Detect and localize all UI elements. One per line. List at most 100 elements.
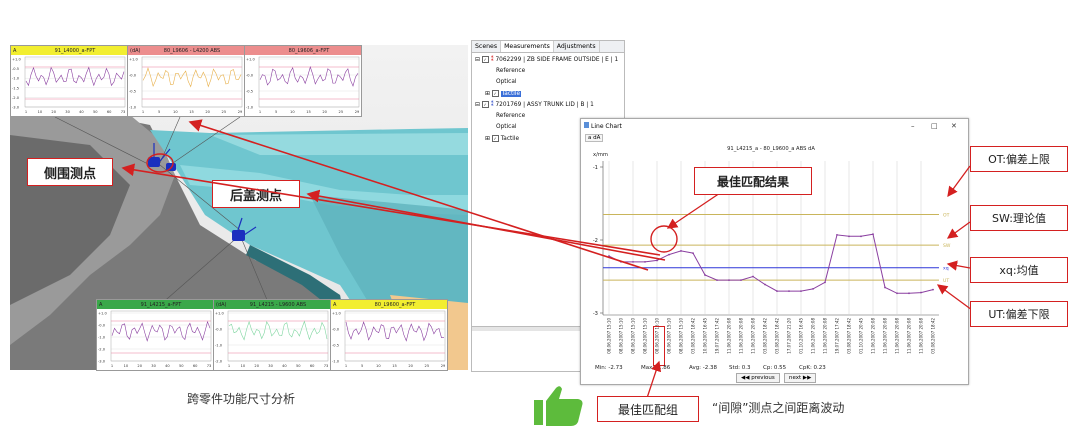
mini-chart-header: A 91_L4000_a-FPT: [11, 46, 127, 55]
next-button[interactable]: next ▶▶: [784, 373, 817, 383]
mini-chart-title: 80_L9606_a-FPT: [288, 47, 330, 54]
mini-x-tick: 20: [322, 110, 327, 114]
x-tick-label: 08.06.2007 15:10: [643, 318, 648, 354]
mini-x-tick: 60: [107, 110, 112, 114]
mini-y-tick: +1.0: [246, 58, 255, 62]
mini-chart-line: [111, 320, 211, 342]
mini-chart[interactable]: (dA) 91_L4215 - L9600 ABS +1.0 -0.0 -1.0 -2.0…: [213, 299, 331, 371]
mini-y-tick: -2.0: [12, 96, 20, 100]
mini-x-tick: 29: [355, 110, 360, 114]
mini-chart[interactable]: (dA) 80_L9606 - L4200 ABS +1.0 -0.0 -0.5 -1.0…: [127, 45, 245, 117]
tree-item-tactile-1[interactable]: ⊞ ✓ Tactile: [485, 90, 522, 97]
mini-y-tick: -1.0: [246, 106, 254, 110]
tab-scenes[interactable]: Scenes: [472, 41, 502, 52]
mini-x-tick: 20: [205, 110, 210, 114]
prev-icon: ◀◀: [741, 375, 752, 381]
stat-std: Std: 0.3: [729, 365, 751, 371]
x-tick-label: 11.06.2007 20:08: [811, 318, 816, 354]
mini-chart-title: 80_L9606 - L4200 ABS: [163, 47, 221, 54]
series-line: [608, 233, 934, 294]
checkbox[interactable]: ✓: [491, 90, 499, 97]
expand-icon[interactable]: ⊞: [485, 136, 492, 142]
mini-x-tick: 40: [282, 364, 287, 368]
trunk-lid-point-label: 后盖测点: [212, 180, 300, 208]
tree-item-optical-2[interactable]: Optical: [496, 124, 516, 130]
mini-chart-plot: +1.0 -0.5 -1.0 -1.5 -2.0 -3.0 1 10 20 30 40 50 60 73: [12, 56, 125, 114]
expand-icon[interactable]: ⊞: [485, 91, 492, 97]
tab-measurements[interactable]: Measurements: [501, 41, 554, 52]
data-point: [608, 255, 610, 257]
mini-y-tick: -0.0: [98, 324, 106, 328]
tree-item-reference-2[interactable]: Reference: [496, 113, 525, 119]
mini-y-tick: +1.0: [12, 58, 21, 62]
mini-x-tick: 25: [222, 110, 227, 114]
y-tick-label: -2: [593, 238, 598, 244]
mini-chart[interactable]: A 80_L9600_a-FPT +1.0 -0.0 -0.5 -1.0 1 5 10 15 20 2…: [330, 299, 448, 371]
x-tick-label: 11.06.2007 20:08: [883, 318, 888, 354]
mini-chart-title: 91_L4000_a-FPT: [54, 47, 96, 54]
mini-chart-type: A: [13, 47, 17, 54]
chart-title: 91_L4215_a - 80_L9600_a ABS dA: [727, 146, 815, 152]
data-point: [656, 259, 658, 262]
stat-cpk: CpK: 0.23: [799, 365, 826, 371]
x-tick-label: 03.08.2007 18:42: [691, 318, 696, 354]
mini-y-tick: -3.0: [98, 360, 106, 364]
mini-x-tick: 15: [306, 110, 311, 114]
mini-y-tick: -1.0: [215, 344, 223, 348]
mini-x-tick: 73: [324, 364, 329, 368]
side-frame-point-label: 侧围测点: [27, 158, 113, 186]
mini-x-tick: 73: [207, 364, 212, 368]
mini-x-tick: 60: [310, 364, 315, 368]
mini-y-tick: -1.0: [129, 106, 137, 110]
checkbox[interactable]: ✓: [481, 56, 489, 63]
mini-y-tick: +1.0: [332, 312, 341, 316]
checkbox[interactable]: ✓: [491, 135, 499, 142]
mini-chart-plot: +1.0-0.0-0.5-1.01 5 10 15 20 25 29: [129, 56, 243, 114]
mini-y-tick: -1.0: [12, 77, 20, 81]
tree-item-trunk-lid[interactable]: ⊟ ✓ ⁑ 7201769 | ASSY TRUNK LID | B | 1: [475, 101, 594, 108]
expand-icon[interactable]: ⊟: [475, 102, 482, 108]
checkbox[interactable]: ✓: [481, 101, 489, 108]
data-point: [692, 252, 694, 255]
x-tick-label: 03.08.2007 18:42: [775, 318, 780, 354]
mini-y-tick: -1.0: [98, 336, 106, 340]
x-tick-label: 08.06.2007 15:10: [619, 318, 624, 354]
nominal-value-label: SW:理论值: [970, 205, 1068, 231]
ref-label-sw: SW: [943, 243, 951, 249]
mini-chart-line: [228, 320, 328, 341]
x-tick-label: 11.06.2007 20:08: [751, 318, 756, 354]
mini-y-tick: -1.5: [12, 86, 19, 90]
mini-x-tick: 25: [425, 364, 430, 368]
tree-item-side-frame[interactable]: ⊟ ✓ ⁑ 7062299 | ZB SIDE FRAME OUTSIDE | E…: [475, 56, 618, 63]
tree-item-reference[interactable]: Reference: [496, 68, 525, 74]
mini-x-tick: 1: [142, 110, 144, 114]
mini-x-tick: 5: [275, 110, 277, 114]
mini-x-tick: 15: [189, 110, 194, 114]
data-point: [884, 286, 886, 289]
tree-item-optical[interactable]: Optical: [496, 79, 516, 85]
x-tick-label: 11.06.2007 20:08: [895, 318, 900, 354]
y-axis-label: x/mm: [593, 152, 608, 158]
expand-icon[interactable]: ⊟: [475, 57, 482, 63]
x-tick-label: 03.08.2007 18:42: [847, 318, 852, 354]
x-tick-label: 08.06.2007 15:10: [631, 318, 636, 354]
mini-y-tick: -0.5: [12, 67, 19, 71]
mini-x-tick: 1: [25, 110, 27, 114]
mini-chart[interactable]: A 91_L4000_a-FPT +1.0 -0.5 -1.0 -1.5 -2.0 -3.0 1…: [10, 45, 128, 117]
mini-x-tick: 1: [259, 110, 261, 114]
tree-item-tactile-2[interactable]: ⊞ ✓ Tactile: [485, 135, 519, 142]
tab-adjustments[interactable]: Adjustments: [554, 41, 600, 52]
scene-caption: 跨零件功能尺寸分析: [187, 392, 296, 406]
mini-x-tick: 10: [376, 364, 381, 368]
data-point: [896, 292, 898, 295]
data-point: [728, 279, 730, 282]
previous-button[interactable]: ◀◀ previous: [736, 373, 780, 383]
mini-chart-line: [25, 66, 125, 87]
mini-y-tick: -3.0: [12, 106, 20, 110]
data-point: [872, 233, 874, 236]
next-icon: ▶▶: [801, 375, 812, 381]
mini-chart[interactable]: 80_L9606_a-FPT +1.0 -0.0 -0.5 -1.0 1 5 10 15 20 25…: [244, 45, 362, 117]
mini-chart[interactable]: A 91_L4215_a-FPT +1.0 -0.0 -1.0 -2.0 -3.0 1 10 20…: [96, 299, 214, 371]
mini-chart-title: 91_L4215_a-FPT: [140, 301, 182, 308]
mini-chart-header: 80_L9606_a-FPT: [245, 46, 361, 55]
